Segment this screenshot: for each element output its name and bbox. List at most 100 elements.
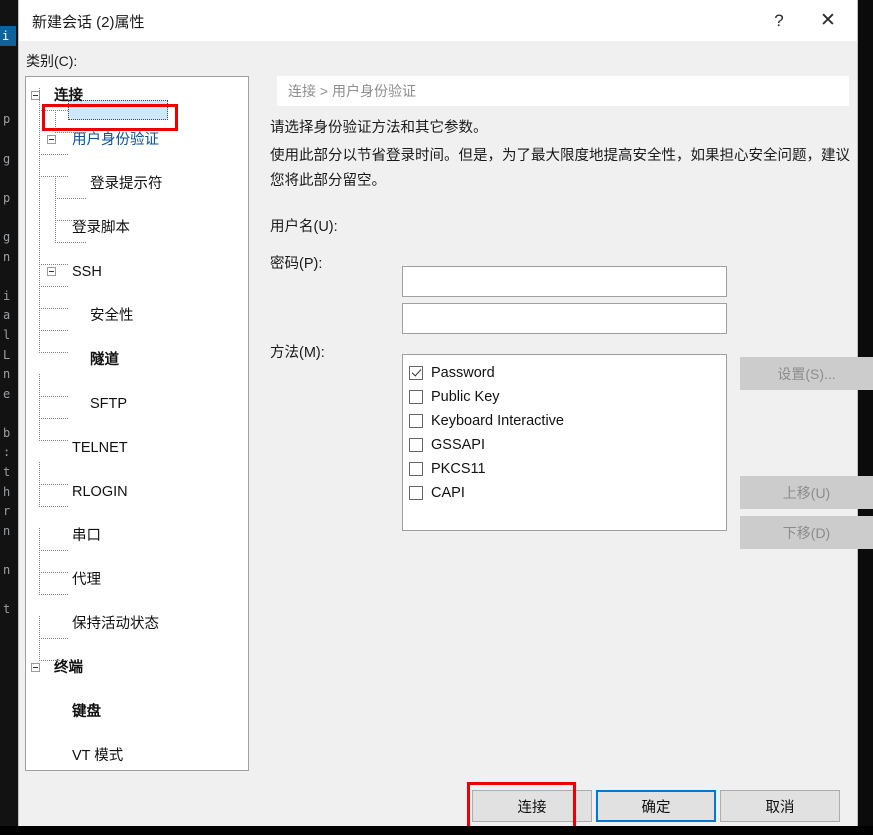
editor-gutter-line	[0, 267, 18, 287]
method-list-item[interactable]: PKCS11	[409, 457, 726, 481]
tree-guide-line	[39, 374, 40, 440]
username-label: 用户名(U):	[270, 219, 338, 235]
tree-item-label: SFTP	[90, 396, 128, 412]
editor-gutter-line: g	[3, 151, 11, 166]
editor-gutter-line: e	[3, 386, 11, 401]
tree-connector	[39, 440, 68, 441]
tree-connector	[39, 154, 68, 155]
session-properties-dialog: 新建会话 (2)属性 ? ✕ 类别(C): 连接 用户身份验证 登录提示符 登录脚本 S…	[18, 0, 873, 834]
close-icon[interactable]: ✕	[805, 0, 851, 41]
tree-guide-line	[39, 462, 40, 506]
editor-gutter-line: a	[3, 308, 11, 323]
tree-item[interactable]: VT 模式	[26, 745, 248, 767]
editor-gutter-line: i	[3, 288, 11, 303]
checkbox-icon[interactable]	[409, 438, 423, 452]
tree-item-label: 键盘	[72, 704, 101, 720]
editor-gutter-line: n	[3, 367, 11, 382]
tree-item[interactable]: 键盘	[26, 701, 248, 723]
username-input[interactable]	[402, 266, 727, 297]
tree-guide-line	[39, 616, 40, 660]
editor-gutter-line: b	[3, 425, 11, 440]
tree-item[interactable]: 保持活动状态	[26, 613, 248, 635]
dialog-title: 新建会话 (2)属性	[32, 14, 145, 31]
tree-connector	[39, 638, 68, 639]
description-line-1: 请选择身份验证方法和其它参数。	[270, 120, 488, 136]
method-item-label: CAPI	[431, 485, 465, 501]
checkbox-icon[interactable]	[409, 390, 423, 404]
tree-guide-line	[55, 110, 56, 132]
editor-gutter-line: p	[3, 190, 11, 205]
method-list-item[interactable]: Keyboard Interactive	[409, 409, 726, 433]
tree-item[interactable]: 连接	[26, 85, 248, 107]
tree-connector	[55, 132, 86, 133]
tree-connector	[39, 572, 68, 573]
tree-expander-icon[interactable]	[47, 267, 56, 276]
tree-connector	[55, 198, 86, 199]
tree-connector	[39, 594, 68, 595]
tree-connector	[55, 242, 86, 243]
move-up-button[interactable]: 上移(U)	[740, 476, 873, 509]
method-list-item[interactable]: Password	[409, 361, 726, 385]
settings-button[interactable]: 设置(S)...	[740, 357, 873, 390]
category-tree-panel[interactable]: 连接 用户身份验证 登录提示符 登录脚本 SSH 安全性 隧道 SFTP TELNET RLOGI…	[25, 76, 249, 771]
tree-item-label: TELNET	[72, 440, 128, 456]
tree-guide-line	[55, 176, 56, 242]
password-label: 密码(P):	[270, 256, 323, 272]
tree-item-label: VT 模式	[72, 748, 124, 764]
method-item-label: GSSAPI	[431, 437, 485, 453]
method-item-label: Public Key	[431, 389, 500, 405]
tree-connector	[39, 484, 68, 485]
editor-gutter-line	[0, 52, 18, 72]
cancel-button[interactable]: 取消	[720, 790, 840, 822]
editor-gutter-line: n	[3, 523, 11, 538]
editor-gutter-line	[0, 169, 18, 189]
method-label: 方法(M):	[270, 345, 325, 361]
editor-gutter-line	[0, 581, 18, 601]
tree-connector	[39, 286, 68, 287]
tree-connector	[39, 550, 68, 551]
method-item-label: Password	[431, 365, 495, 381]
tree-connector	[39, 506, 68, 507]
tree-item-label: 安全性	[90, 308, 134, 324]
description-line-2: 使用此部分以节省登录时间。但是，为了最大限度地提高安全性，如果担心安全问题，建议…	[270, 148, 850, 189]
tree-item-label: 登录提示符	[90, 176, 163, 192]
method-list-item[interactable]: CAPI	[409, 481, 726, 505]
checkbox-icon[interactable]	[409, 414, 423, 428]
method-checkbox-list[interactable]: Password Public Key Keyboard Interactive GS…	[402, 354, 727, 531]
editor-gutter-line: r	[3, 504, 11, 519]
tree-expander-icon[interactable]	[47, 135, 56, 144]
help-icon[interactable]: ?	[756, 0, 802, 41]
move-down-button[interactable]: 下移(D)	[740, 516, 873, 549]
editor-gutter-line: t	[3, 465, 11, 480]
tree-item[interactable]: 串口	[26, 525, 248, 547]
checkbox-icon[interactable]	[409, 462, 423, 476]
method-list-item[interactable]: GSSAPI	[409, 433, 726, 457]
method-list-item[interactable]: Public Key	[409, 385, 726, 409]
editor-gutter-line	[0, 130, 18, 150]
tree-item-label: 串口	[72, 528, 101, 544]
tree-guide-line	[39, 528, 40, 594]
tree-connector	[39, 330, 68, 331]
category-tree: 连接 用户身份验证 登录提示符 登录脚本 SSH 安全性 隧道 SFTP TELNET RLOGI…	[26, 77, 248, 764]
tree-connector	[39, 352, 68, 353]
editor-gutter-line: t	[3, 602, 11, 617]
tree-item-label: 代理	[72, 572, 101, 588]
tree-expander-icon[interactable]	[31, 663, 40, 672]
category-label: 类别(C):	[26, 53, 78, 69]
tree-connector	[39, 396, 68, 397]
tree-connector	[39, 110, 68, 111]
editor-gutter-line: l	[3, 327, 11, 342]
dialog-titlebar: 新建会话 (2)属性 ? ✕	[19, 0, 857, 42]
password-input[interactable]	[402, 303, 727, 334]
tree-guide-line	[39, 88, 40, 352]
ok-button[interactable]: 确定	[596, 790, 716, 822]
connect-button[interactable]: 连接	[472, 790, 592, 822]
breadcrumb: 连接 > 用户身份验证	[277, 76, 849, 106]
checkbox-icon[interactable]	[409, 486, 423, 500]
tree-connector	[39, 308, 68, 309]
editor-gutter-line	[0, 404, 18, 424]
editor-gutter-line: g	[3, 229, 11, 244]
tree-item-label: 隧道	[90, 352, 119, 368]
checkbox-checked-icon[interactable]	[409, 366, 423, 380]
editor-gutter-line: :	[3, 445, 11, 460]
